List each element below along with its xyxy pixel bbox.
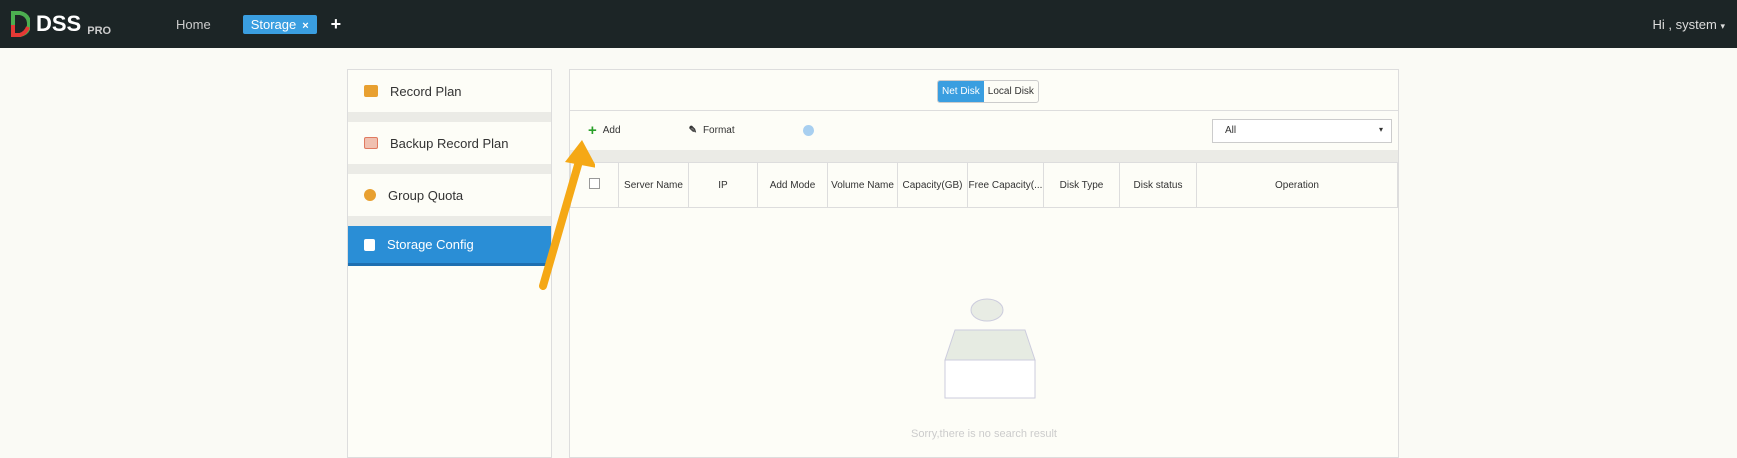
filter-select[interactable]: All ▾ [1212,119,1392,143]
col-volume-name[interactable]: Volume Name [827,162,898,208]
empty-box-icon [944,298,1036,399]
sidebar-item-group-quota[interactable]: Group Quota [348,174,551,226]
col-disk-status[interactable]: Disk status [1119,162,1197,208]
col-ip[interactable]: IP [688,162,758,208]
sidebar: Record Plan Backup Record Plan Group Quo… [347,69,552,458]
logo: DSS PRO [10,11,160,37]
disk-table: Server Name IP Add Mode Volume Name Capa… [570,162,1398,208]
info-icon[interactable] [802,125,814,136]
sidebar-item-label: Backup Record Plan [390,135,509,151]
divider [570,150,1398,162]
sidebar-item-label: Group Quota [388,187,464,203]
table-header: Server Name IP Add Mode Volume Name Capa… [570,162,1398,208]
close-icon[interactable]: × [302,20,308,32]
dss-logo-icon [11,11,30,37]
user-label: Hi , system [1652,16,1717,32]
col-capacity[interactable]: Capacity(GB) [897,162,968,208]
col-free-capacity[interactable]: Free Capacity(... [967,162,1044,208]
add-tab-button[interactable]: + [331,14,342,35]
brand-sup: PRO [87,25,112,37]
filter-value: All [1225,125,1237,136]
annotation-arrow-icon [539,140,595,290]
format-button[interactable]: ✎ Format [689,125,769,136]
brand: DSS [36,11,82,36]
user-menu[interactable]: Hi , system ▾ [1653,17,1725,32]
calendar-24-icon [364,85,378,97]
sidebar-item-backup-record-plan[interactable]: Backup Record Plan [348,122,551,174]
tab-net-disk[interactable]: Net Disk [938,81,984,102]
sidebar-item-storage-config[interactable]: Storage Config [348,226,551,266]
col-server-name[interactable]: Server Name [618,162,689,208]
sidebar-item-record-plan[interactable]: Record Plan [348,70,551,122]
brush-icon: ✎ [688,125,697,136]
sidebar-item-label: Storage Config [387,237,474,252]
pie-chart-icon [364,189,376,201]
add-label: Add [602,125,621,136]
sidebar-item-label: Record Plan [390,83,462,99]
tab-storage[interactable]: Storage × [242,14,317,34]
disk-icon [364,238,375,251]
home-link[interactable]: Home [176,17,211,32]
col-add-mode[interactable]: Add Mode [757,162,828,208]
disk-type-toggle: Net Disk Local Disk [937,80,1039,103]
col-operation[interactable]: Operation [1196,162,1398,208]
chevron-down-icon: ▾ [1378,125,1383,134]
col-disk-type[interactable]: Disk Type [1043,162,1120,208]
plus-icon: + [588,122,597,139]
top-bar: DSS PRO Home Storage × + Hi , system ▾ [0,0,1737,48]
chevron-down-icon: ▾ [1720,20,1725,31]
toolbar: + Add ✎ Format All ▾ [570,110,1398,150]
calendar-icon [364,137,378,149]
empty-message: Sorry,there is no search result [911,428,1057,440]
format-label: Format [702,125,735,136]
tab-label: Storage [250,16,297,32]
tab-local-disk[interactable]: Local Disk [984,81,1038,102]
add-button[interactable]: + Add [588,122,655,139]
main-panel: Net Disk Local Disk + Add ✎ Format All ▾ Se… [569,69,1399,458]
